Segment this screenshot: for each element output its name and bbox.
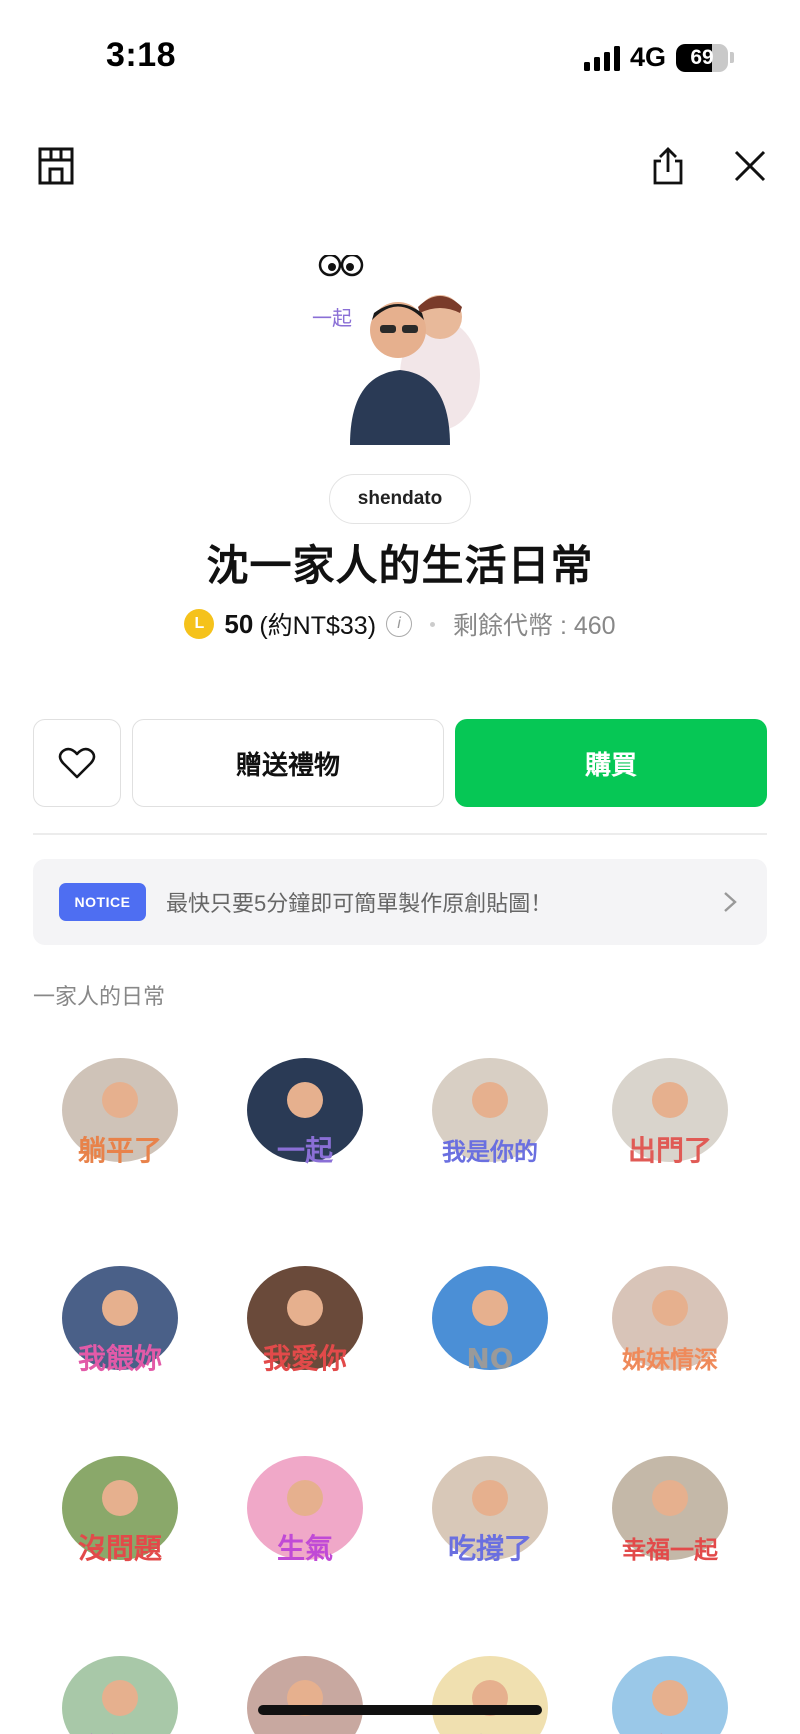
main-sticker-image: 一起 — [310, 253, 490, 445]
sticker-caption: 沒問題 — [78, 1532, 163, 1565]
battery-level: 69 — [690, 45, 714, 69]
coin-icon: L — [184, 609, 215, 639]
divider — [33, 833, 767, 835]
sticker-item[interactable]: 出門了 — [595, 1030, 745, 1180]
sticker-item[interactable]: 吃撐了 — [415, 1428, 565, 1578]
sticker-image: 姊妹情深 — [612, 1266, 728, 1374]
sticker-item[interactable]: 沒問題 — [45, 1428, 195, 1578]
favorite-button[interactable] — [33, 719, 121, 807]
section-title: 一家人的日常 — [33, 984, 166, 1009]
status-indicators: 4G 69 — [583, 42, 734, 73]
sticker-image: 我愛你 — [247, 1266, 363, 1375]
price-ntd: (約NT$33) — [259, 612, 377, 640]
sticker-item[interactable]: 我愛你 — [230, 1238, 380, 1388]
sticker-item[interactable]: 幸福一起 — [595, 1428, 745, 1578]
chevron-right-icon — [724, 892, 737, 912]
shop-icon — [38, 147, 74, 185]
home-indicator — [258, 1705, 542, 1715]
share-button[interactable] — [642, 140, 694, 192]
sticker-image: 吃撐了 — [432, 1456, 548, 1565]
sticker-image: 交給我 — [62, 1656, 178, 1734]
sticker-item[interactable]: 姊妹情深 — [595, 1238, 745, 1388]
notice-badge: NOTICE — [59, 883, 146, 921]
sticker-caption: 幸福一起 — [622, 1536, 719, 1564]
signal-icon — [583, 45, 620, 71]
sticker-image: 讚 — [612, 1656, 728, 1734]
sticker-caption: 躺平了 — [78, 1134, 162, 1167]
notice-banner[interactable]: NOTICE 最快只要5分鐘即可簡單製作原創貼圖！ — [33, 859, 767, 945]
close-button[interactable] — [724, 140, 776, 192]
share-icon — [653, 147, 683, 185]
sticker-image: 躺平了 — [62, 1058, 178, 1167]
sticker-caption: 出門了 — [628, 1134, 712, 1167]
sticker-item[interactable]: 躺平了 — [45, 1030, 195, 1180]
heart-icon — [58, 747, 96, 779]
sticker-image: 一起 — [247, 1058, 363, 1167]
info-icon[interactable]: i — [386, 611, 413, 637]
sticker-item[interactable]: 生氣 — [230, 1428, 380, 1578]
hero-caption: 一起 — [312, 306, 352, 330]
notice-text: 最快只要5分鐘即可簡單製作原創貼圖！ — [166, 891, 553, 916]
sticker-image: 生氣 — [247, 1456, 363, 1565]
status-time: 3:18 — [106, 36, 177, 74]
status-bar: 3:18 4G 69 — [0, 0, 800, 120]
sticker-item[interactable]: 一起 — [230, 1030, 380, 1180]
sticker-caption: 生氣 — [277, 1532, 333, 1565]
author-chip[interactable]: shendato — [329, 474, 471, 524]
network-label: 4G — [629, 42, 666, 72]
shop-button[interactable] — [30, 140, 82, 192]
sticker-item[interactable]: 我是你的 — [415, 1030, 565, 1180]
sticker-caption: 我愛你 — [263, 1342, 347, 1375]
sticker-item[interactable]: 讚 — [595, 1628, 745, 1734]
sticker-item[interactable]: 交給我 — [45, 1628, 195, 1734]
sticker-caption: 吃撐了 — [448, 1532, 532, 1565]
sticker-image: 我餵妳 — [62, 1266, 178, 1375]
sticker-image: 好 — [432, 1656, 548, 1734]
coin-balance: 剩餘代幣 : 460 — [453, 612, 616, 640]
sticker-caption: 我是你的 — [442, 1138, 538, 1166]
sticker-item[interactable]: 好 — [415, 1628, 565, 1734]
sticker-caption: NO — [466, 1342, 513, 1375]
sticker-caption: 姊妹情深 — [622, 1346, 718, 1374]
sticker-image — [247, 1656, 363, 1734]
sticker-image: 沒問題 — [62, 1456, 178, 1565]
sticker-image: 出門了 — [612, 1058, 728, 1167]
gift-button[interactable]: 贈送禮物 — [132, 719, 444, 807]
dot-separator — [430, 621, 436, 627]
sticker-item[interactable]: NO — [415, 1238, 565, 1388]
close-icon — [734, 150, 766, 182]
sticker-item[interactable] — [230, 1628, 380, 1734]
sticker-image: NO — [432, 1266, 548, 1375]
sticker-image: 我是你的 — [432, 1058, 548, 1166]
sticker-item[interactable]: 我餵妳 — [45, 1238, 195, 1388]
sticker-caption: 一起 — [277, 1134, 334, 1167]
sticker-caption: 我餵妳 — [78, 1342, 162, 1375]
buy-button[interactable]: 購買 — [455, 719, 767, 807]
price-row: L 50 (約NT$33) i 剩餘代幣 : 460 — [0, 606, 800, 642]
battery-icon: 69 — [676, 43, 734, 72]
sticker-image: 幸福一起 — [612, 1456, 728, 1564]
price-coins: 50 — [224, 608, 254, 639]
page-title: 沈一家人的生活日常 — [206, 542, 594, 589]
